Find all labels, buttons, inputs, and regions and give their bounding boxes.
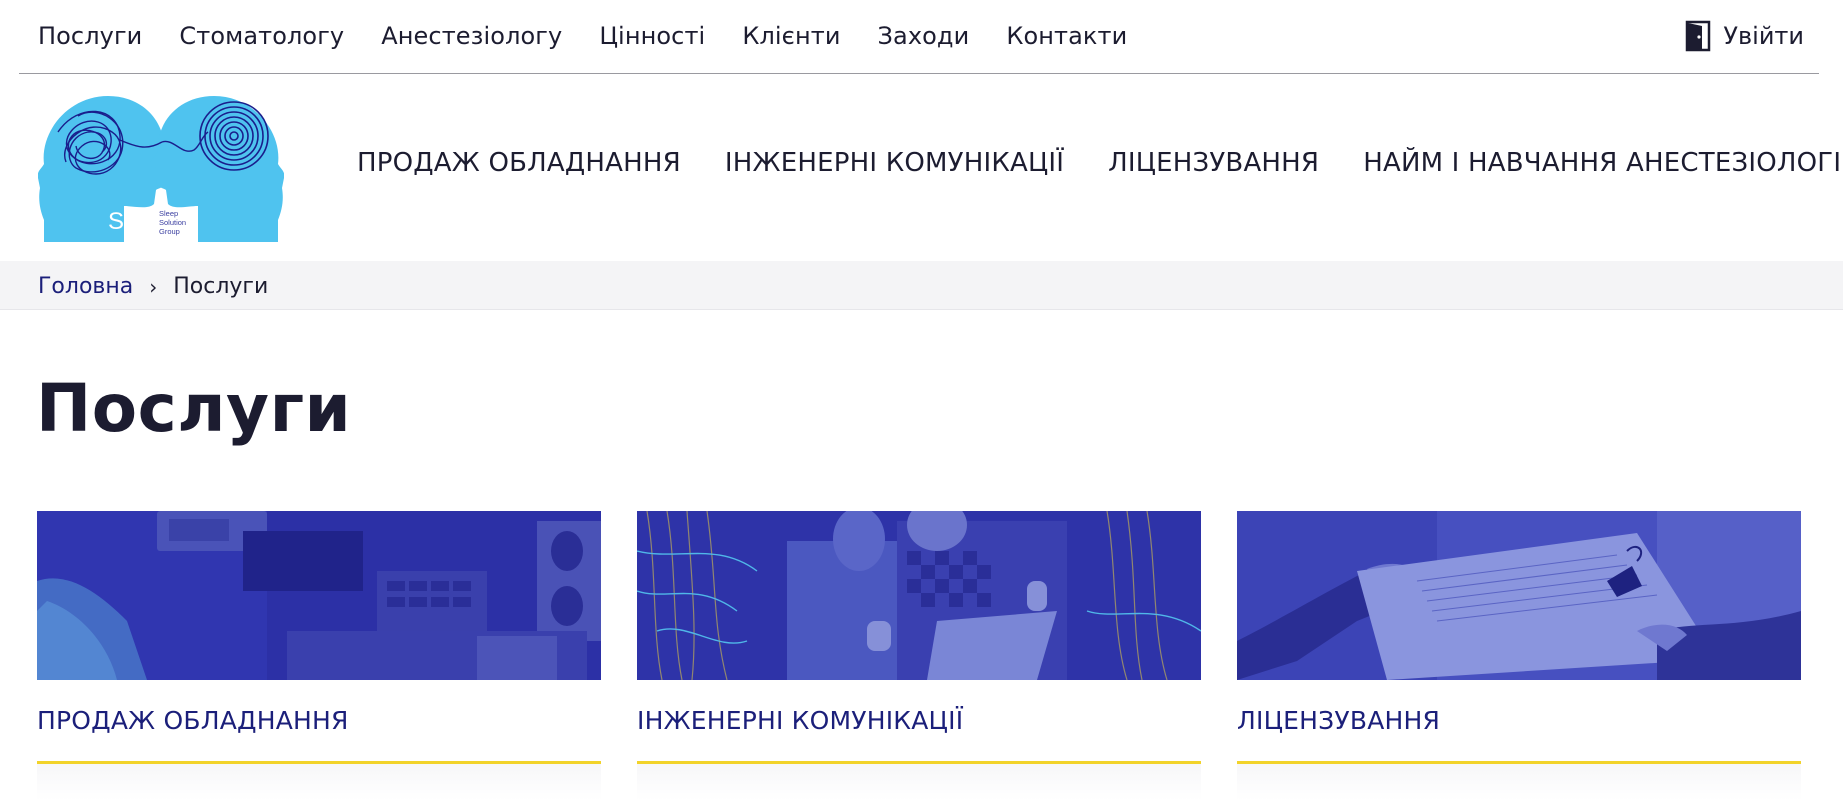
logo-tagline-2: Solution bbox=[159, 218, 186, 227]
top-bar: Послуги Стоматологу Анестезіологу Ціннос… bbox=[19, 0, 1819, 74]
door-icon bbox=[1686, 20, 1711, 52]
main-nav-item-licensing[interactable]: ЛІЦЕНЗУВАННЯ bbox=[1108, 148, 1319, 178]
top-nav-item-anesthesiologist[interactable]: Анестезіологу bbox=[381, 22, 562, 50]
logo-tagline-3: Group bbox=[159, 227, 180, 236]
logo-letters: SSG bbox=[108, 208, 156, 235]
top-nav: Послуги Стоматологу Анестезіологу Ціннос… bbox=[38, 22, 1164, 50]
top-nav-item-contacts[interactable]: Контакти bbox=[1006, 22, 1127, 50]
card-image-equipment[interactable] bbox=[37, 511, 601, 680]
main-nav: ПРОДАЖ ОБЛАДНАННЯ ІНЖЕНЕРНІ КОМУНІКАЦІЇ … bbox=[357, 148, 1843, 178]
page-title: Послуги bbox=[36, 370, 352, 447]
top-nav-item-events[interactable]: Заходи bbox=[878, 22, 970, 50]
main-nav-item-equipment[interactable]: ПРОДАЖ ОБЛАДНАННЯ bbox=[357, 148, 681, 178]
service-card-licensing[interactable]: ЛІЦЕНЗУВАННЯ bbox=[1237, 511, 1801, 801]
main-nav-item-hiring[interactable]: НАЙМ І НАВЧАННЯ АНЕСТЕЗІОЛОГІВ bbox=[1363, 148, 1843, 178]
service-card-equipment[interactable]: ПРОДАЖ ОБЛАДНАННЯ bbox=[37, 511, 601, 801]
breadcrumb-separator: › bbox=[149, 274, 158, 299]
breadcrumb-current: Послуги bbox=[173, 274, 269, 299]
card-title-equipment[interactable]: ПРОДАЖ ОБЛАДНАННЯ bbox=[37, 706, 349, 735]
card-title-engineering[interactable]: ІНЖЕНЕРНІ КОМУНІКАЦІЇ bbox=[637, 706, 963, 735]
top-nav-item-dentist[interactable]: Стоматологу bbox=[179, 22, 344, 50]
breadcrumb-home-link[interactable]: Головна bbox=[38, 274, 133, 299]
top-nav-item-clients[interactable]: Клієнти bbox=[742, 22, 840, 50]
top-nav-item-values[interactable]: Цінності bbox=[599, 22, 705, 50]
top-nav-item-services[interactable]: Послуги bbox=[38, 22, 142, 50]
logo-tagline-1: Sleep bbox=[159, 209, 178, 218]
site-logo[interactable]: SSG Sleep Solution Group bbox=[37, 92, 285, 242]
login-label: Увійти bbox=[1723, 22, 1804, 50]
main-nav-item-engineering[interactable]: ІНЖЕНЕРНІ КОМУНІКАЦІЇ bbox=[725, 148, 1064, 178]
card-title-licensing[interactable]: ЛІЦЕНЗУВАННЯ bbox=[1237, 706, 1440, 735]
card-image-engineering[interactable] bbox=[637, 511, 1201, 680]
login-button[interactable]: Увійти bbox=[1685, 20, 1804, 52]
service-card-engineering[interactable]: ІНЖЕНЕРНІ КОМУНІКАЦІЇ bbox=[637, 511, 1201, 801]
breadcrumb: Головна › Послуги bbox=[0, 261, 1843, 310]
card-image-licensing[interactable] bbox=[1237, 511, 1801, 680]
